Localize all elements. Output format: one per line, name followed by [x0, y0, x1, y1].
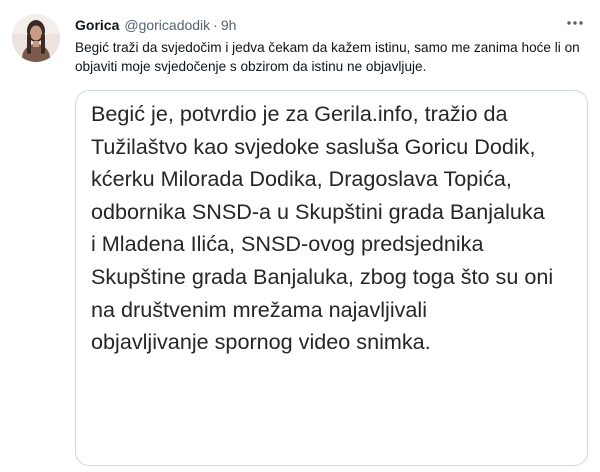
- tweet: Gorica @goricadodik · 9h Begić traži da …: [0, 0, 600, 472]
- media-text-line: Skupštine grada Banjaluka, zbog toga što…: [91, 263, 554, 289]
- tweet-text: Begić traži da svjedočim i jedva čekam d…: [75, 40, 580, 74]
- tweet-header: Gorica @goricadodik · 9h: [75, 15, 236, 35]
- more-horizontal-icon: [567, 21, 583, 25]
- media-text-line: Begić je, potvrdio je za Gerila.info, tr…: [91, 101, 508, 126]
- media-text-line: kćerku Milorada Dodika, Dragoslava Topić…: [91, 166, 512, 192]
- timestamp[interactable]: 9h: [221, 17, 237, 33]
- media-quote-text: Begić je, potvrdio je za Gerila.info, tr…: [91, 98, 581, 359]
- tweet-media-image[interactable]: Begić je, potvrdio je za Gerila.info, tr…: [75, 90, 588, 466]
- display-name[interactable]: Gorica: [75, 17, 119, 33]
- media-text-line: Tužilaštvo kao svjedoke sasluša Goricu D…: [91, 133, 536, 159]
- more-options-button[interactable]: [562, 12, 588, 34]
- media-text-line: odbornika SNSD-a u Skupštini grada Banja…: [91, 198, 545, 224]
- user-handle[interactable]: @goricadodik: [124, 17, 210, 33]
- avatar[interactable]: [12, 14, 60, 62]
- media-text-line: objavljivanje spornog video snimka.: [91, 329, 431, 355]
- media-text-line: na društvenim mrežama najavljivali: [91, 296, 428, 322]
- media-text-line: i Mladena Ilića, SNSD-ovog predsjednika: [91, 231, 484, 257]
- profile-photo-icon: [12, 14, 60, 62]
- separator-dot: ·: [213, 17, 218, 33]
